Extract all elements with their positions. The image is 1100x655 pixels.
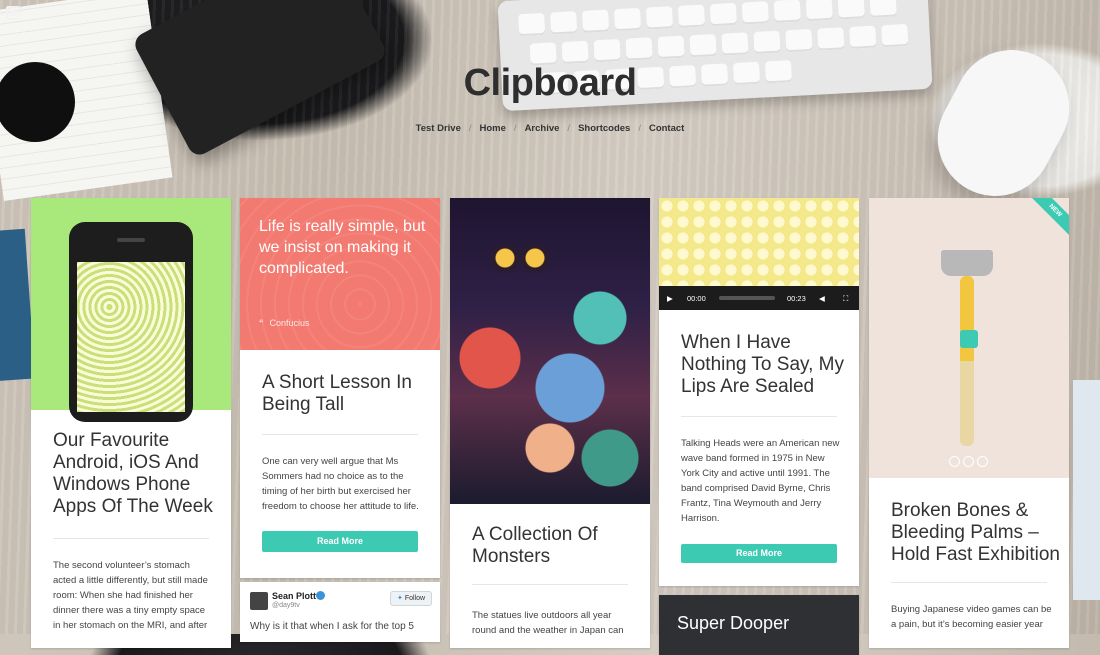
- quote-text: Life is really simple, but we insist on …: [259, 218, 426, 277]
- side-photo-decoration: [1073, 380, 1100, 600]
- quote-icon: “: [259, 318, 264, 328]
- post-title[interactable]: Broken Bones & Bleeding Palms – Hold Fas…: [891, 500, 1061, 566]
- post-card-exhibition: NEW Broken Bones & Bleeding Palms – Hold…: [869, 198, 1069, 648]
- post-card-audio: ▶ 00:00 00:23 ◀ ⛶ When I Have Nothing To…: [659, 198, 859, 586]
- play-icon[interactable]: ▶: [667, 294, 673, 303]
- carousel-dot[interactable]: [977, 456, 988, 467]
- quote-author: Confucius: [269, 318, 310, 328]
- axe-icon: [941, 250, 993, 276]
- nav-separator: /: [567, 123, 571, 134]
- divider: [681, 416, 837, 417]
- post-excerpt: The second volunteer’s stomach acted a l…: [53, 560, 208, 631]
- tweet-handle: @day9tv: [272, 602, 300, 609]
- post-title[interactable]: A Collection Of Monsters: [472, 524, 632, 568]
- follow-label: Follow: [404, 595, 426, 602]
- follow-button[interactable]: ✦ Follow: [390, 591, 432, 606]
- carousel-dot[interactable]: [949, 456, 960, 467]
- divider: [53, 538, 209, 539]
- progress-bar[interactable]: [719, 296, 775, 300]
- post-card-tall: Life is really simple, but we insist on …: [240, 198, 440, 578]
- post-excerpt: Buying Japanese video games can be a pai…: [891, 604, 1052, 630]
- tweet-author[interactable]: Sean Plott: [272, 591, 316, 601]
- read-more-button[interactable]: Read More: [681, 544, 837, 563]
- phone-image[interactable]: [31, 198, 231, 422]
- axe-illustration[interactable]: [869, 198, 1069, 478]
- tweet-text: Why is it that when I ask for the top 5: [250, 621, 414, 632]
- post-title[interactable]: Our Favourite Android, iOS And Windows P…: [53, 430, 218, 518]
- post-excerpt: Talking Heads were an American new wave …: [681, 438, 840, 524]
- post-card-dark: Super Dooper: [659, 595, 859, 655]
- nav-item-shortcodes[interactable]: Shortcodes: [578, 123, 630, 134]
- monsters-illustration[interactable]: [450, 198, 650, 504]
- post-title[interactable]: A Short Lesson In Being Tall: [262, 372, 422, 416]
- divider: [262, 434, 418, 435]
- carousel-dot[interactable]: [963, 456, 974, 467]
- quote-block: Life is really simple, but we insist on …: [240, 198, 440, 350]
- nav-separator: /: [513, 123, 517, 134]
- verified-icon: [316, 591, 325, 600]
- nav-separator: /: [468, 123, 472, 134]
- nav-separator: /: [638, 123, 641, 134]
- post-card-monsters: A Collection Of Monsters The statues liv…: [450, 198, 650, 648]
- fullscreen-icon[interactable]: ⛶: [843, 294, 848, 304]
- post-title[interactable]: Super Dooper: [677, 613, 789, 634]
- nav-item-home[interactable]: Home: [480, 123, 506, 134]
- menu-icon[interactable]: [6, 6, 20, 20]
- post-card-apps: Our Favourite Android, iOS And Windows P…: [31, 198, 231, 648]
- twitter-bird-icon: ✦: [396, 595, 403, 602]
- current-time: 00:00: [687, 294, 706, 303]
- main-nav: Test Drive / Home / Archive / Shortcodes / Conta…: [0, 123, 1100, 134]
- nav-item-test-drive[interactable]: Test Drive: [416, 123, 461, 134]
- site-title[interactable]: Clipboard: [0, 62, 1100, 105]
- avatar[interactable]: [250, 592, 268, 610]
- quote-author-row: “ Confucius: [259, 318, 310, 328]
- divider: [472, 584, 628, 585]
- phone-icon: [69, 222, 193, 422]
- read-more-button[interactable]: Read More: [262, 531, 418, 552]
- carousel-dots: [949, 454, 991, 472]
- post-excerpt: One can very well argue that Ms Sommers …: [262, 456, 419, 512]
- gallery-badge-icon[interactable]: [960, 330, 978, 348]
- bubbles-image: [659, 198, 859, 286]
- post-title[interactable]: When I Have Nothing To Say, My Lips Are …: [681, 332, 851, 398]
- total-time: 00:23: [787, 294, 806, 303]
- tweet-card: Sean Plott @day9tv ✦ Follow Why is it tha…: [240, 582, 440, 642]
- divider: [891, 582, 1047, 583]
- volume-icon[interactable]: ◀: [819, 294, 825, 303]
- nav-item-contact[interactable]: Contact: [649, 123, 684, 134]
- audio-player: ▶ 00:00 00:23 ◀ ⛶: [659, 286, 859, 310]
- nav-item-archive[interactable]: Archive: [525, 123, 560, 134]
